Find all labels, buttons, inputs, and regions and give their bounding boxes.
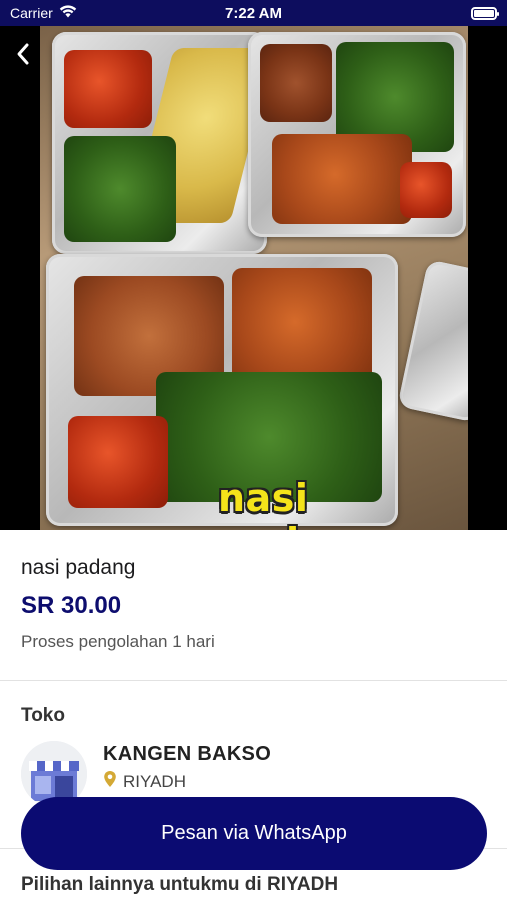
divider [0, 680, 507, 681]
battery-icon [471, 6, 499, 20]
food-tray [248, 32, 466, 237]
chevron-left-icon [16, 42, 30, 71]
status-left: Carrier [10, 5, 77, 21]
food-tray [52, 32, 274, 254]
store-section: Toko KANGEN BAKSO RIYADH [21, 705, 487, 807]
product-price: SR 30.00 [21, 592, 122, 619]
store-info: KANGEN BAKSO RIYADH [103, 741, 271, 793]
processing-note: Proses pengolahan 1 hari [21, 632, 215, 651]
wifi-icon [59, 5, 77, 21]
status-bar: Carrier 7:22 AM [0, 0, 507, 26]
product-title: nasi padang [21, 556, 136, 579]
recommendations-heading: Pilihan lainnya untukmu di RIYADH [21, 874, 339, 895]
order-whatsapp-button[interactable]: Pesan via WhatsApp [21, 797, 487, 870]
store-location-text: RIYADH [123, 771, 186, 791]
food-tray [397, 259, 468, 423]
product-image-area[interactable]: nasi padang [0, 26, 507, 530]
store-heading: Toko [21, 705, 65, 726]
store-location: RIYADH [103, 770, 271, 793]
location-pin-icon [103, 770, 117, 793]
product-photo: nasi padang [40, 26, 468, 530]
store-name: KANGEN BAKSO [103, 743, 272, 765]
carrier-label: Carrier [10, 5, 53, 21]
image-caption: nasi padang [218, 476, 380, 530]
back-button[interactable] [8, 38, 38, 74]
product-info: nasi padang SR 30.00 Proses pengolahan 1… [21, 556, 487, 652]
